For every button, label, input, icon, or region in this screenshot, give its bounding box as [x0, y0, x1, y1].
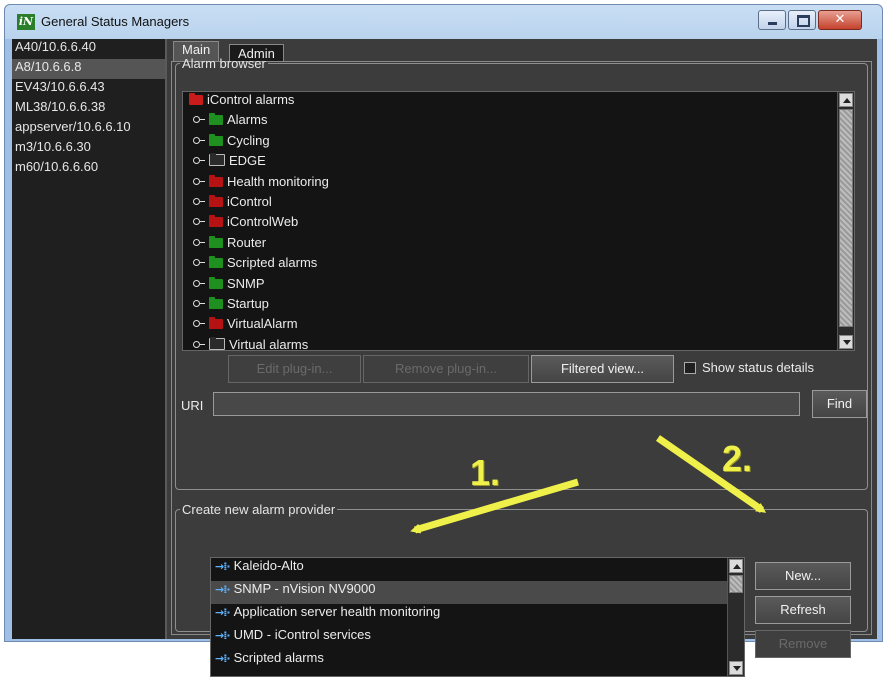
scroll-down-icon[interactable] [729, 661, 743, 675]
arrow-step-2 [656, 435, 767, 513]
provider-item-label: Scripted alarms [233, 650, 324, 665]
provider-item[interactable]: →⁞· Scripted alarms [211, 650, 744, 673]
annotation-arrows [410, 435, 767, 534]
provider-plugin-icon: →⁞· [215, 652, 231, 665]
arrow-step-1 [410, 478, 579, 534]
